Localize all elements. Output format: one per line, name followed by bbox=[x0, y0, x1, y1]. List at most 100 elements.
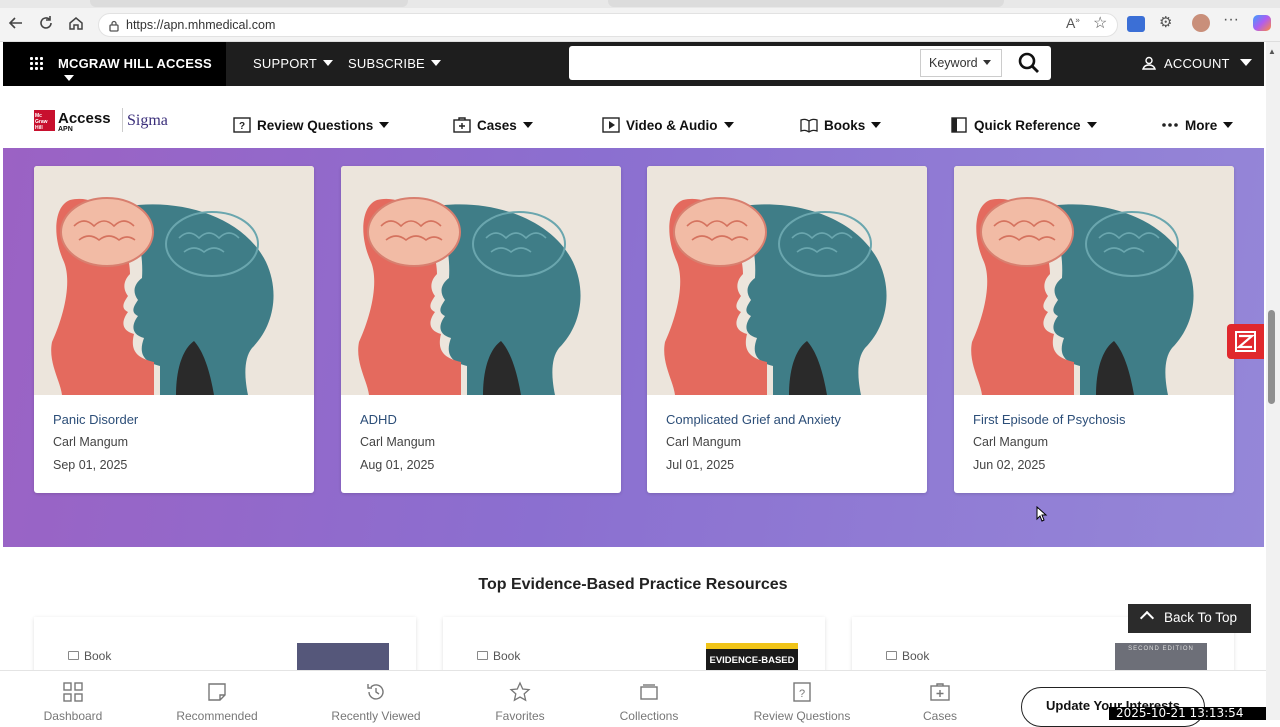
case-thumbnail[interactable] bbox=[34, 166, 314, 395]
case-title[interactable]: ADHD bbox=[360, 412, 397, 427]
scrollbar-thumb[interactable] bbox=[1268, 310, 1275, 404]
two-heads-illustration bbox=[34, 166, 314, 395]
subscribe-menu[interactable]: SUBSCRIBE bbox=[348, 56, 441, 71]
sigma-logo-text: Sigma bbox=[127, 112, 168, 129]
search-input[interactable] bbox=[575, 52, 915, 74]
review-questions-icon: ? bbox=[793, 682, 811, 702]
case-author: Carl Mangum bbox=[666, 435, 742, 449]
tab-strip bbox=[0, 0, 1280, 8]
collections-icon bbox=[640, 684, 658, 700]
bottom-nav-label: Dashboard bbox=[43, 709, 103, 723]
brand-label[interactable]: MCGRAW HILL ACCESS bbox=[58, 56, 226, 86]
profile-avatar[interactable] bbox=[1192, 14, 1210, 32]
case-author: Carl Mangum bbox=[973, 435, 1049, 449]
resource-type-badge: Book bbox=[477, 649, 520, 663]
extension-icon[interactable] bbox=[1127, 16, 1145, 32]
user-icon bbox=[1142, 56, 1156, 70]
bottom-nav-cases[interactable]: Cases bbox=[880, 671, 1000, 723]
chevron-down-icon bbox=[871, 122, 882, 128]
site-info-icon[interactable] bbox=[107, 19, 121, 33]
bottom-nav-label: Recently Viewed bbox=[331, 709, 421, 723]
url-text[interactable]: https://apn.mhmedical.com bbox=[126, 18, 275, 32]
review-questions-icon: ? bbox=[233, 117, 251, 133]
browser-chrome: https://apn.mhmedical.com A» ☆ ⚙ ··· bbox=[0, 0, 1280, 42]
case-date: Sep 01, 2025 bbox=[53, 458, 128, 472]
chevron-down-icon bbox=[723, 122, 734, 128]
section-navigation: Mc Graw Hill Access APN Sigma ? Review Qu… bbox=[3, 86, 1264, 148]
video-icon bbox=[602, 117, 620, 133]
home-icon[interactable] bbox=[66, 14, 86, 34]
bottom-nav-recommended[interactable]: Recommended bbox=[157, 671, 277, 723]
zotero-badge[interactable] bbox=[1227, 324, 1264, 359]
resource-card[interactable]: Book EVIDENCE-BASED bbox=[443, 617, 825, 677]
svg-text:?: ? bbox=[799, 688, 805, 700]
apps-grid-icon[interactable] bbox=[30, 57, 44, 71]
bottom-nav-label: Recommended bbox=[176, 709, 258, 723]
resources-heading: Top Evidence-Based Practice Resources bbox=[478, 576, 788, 593]
two-heads-illustration bbox=[647, 166, 927, 395]
nav-books[interactable]: Books bbox=[800, 117, 882, 133]
case-title[interactable]: Complicated Grief and Anxiety bbox=[666, 412, 841, 427]
nav-review-questions[interactable]: ? Review Questions bbox=[233, 117, 390, 133]
chevron-down-icon bbox=[1086, 122, 1097, 128]
chevron-down-icon bbox=[982, 60, 991, 65]
browser-tab[interactable] bbox=[608, 0, 1004, 7]
bottom-nav-recently-viewed[interactable]: Recently Viewed bbox=[316, 671, 436, 723]
bottom-nav-label: Favorites bbox=[495, 709, 545, 723]
case-title[interactable]: First Episode of Psychosis bbox=[973, 412, 1125, 427]
recording-timestamp: 2025-10-21 13:13:54 bbox=[1109, 707, 1266, 720]
recommended-icon bbox=[208, 683, 226, 701]
case-card[interactable]: Panic Disorder Carl Mangum Sep 01, 2025 bbox=[34, 166, 314, 493]
bottom-nav-review-questions[interactable]: ? Review Questions bbox=[742, 671, 862, 723]
account-menu[interactable]: ACCOUNT bbox=[1142, 56, 1252, 71]
case-title[interactable]: Panic Disorder bbox=[53, 412, 138, 427]
chevron-down-icon bbox=[430, 60, 441, 66]
browser-tab[interactable] bbox=[90, 0, 408, 7]
refresh-icon[interactable] bbox=[36, 14, 56, 34]
two-heads-illustration bbox=[954, 166, 1234, 395]
nav-cases[interactable]: Cases bbox=[453, 117, 533, 133]
books-icon bbox=[800, 118, 818, 133]
bottom-nav-collections[interactable]: Collections bbox=[589, 671, 709, 723]
brand-menu[interactable]: MCGRAW HILL ACCESS bbox=[3, 42, 226, 86]
case-card[interactable]: First Episode of Psychosis Carl Mangum J… bbox=[954, 166, 1234, 493]
bottom-nav-favorites[interactable]: Favorites bbox=[460, 671, 580, 723]
logo-apn-text: APN bbox=[58, 126, 73, 133]
logo-access-text: Access bbox=[58, 110, 111, 127]
menu-dots-icon[interactable]: ··· bbox=[1223, 11, 1239, 29]
nav-more[interactable]: More bbox=[1161, 117, 1234, 133]
resource-card[interactable]: Book bbox=[34, 617, 416, 677]
case-thumbnail[interactable] bbox=[341, 166, 621, 395]
nav-video-audio[interactable]: Video & Audio bbox=[602, 117, 734, 133]
favorite-star-icon[interactable]: ☆ bbox=[1093, 13, 1107, 33]
svg-text:?: ? bbox=[239, 121, 245, 132]
case-author: Carl Mangum bbox=[360, 435, 436, 449]
logo-divider bbox=[122, 108, 123, 132]
dashboard-icon bbox=[63, 682, 83, 702]
support-menu[interactable]: SUPPORT bbox=[253, 56, 334, 71]
search-button[interactable] bbox=[1007, 46, 1051, 80]
case-thumbnail[interactable] bbox=[954, 166, 1234, 395]
book-cover-title: SECOND EDITION bbox=[1128, 646, 1194, 652]
nav-quick-reference[interactable]: Quick Reference bbox=[950, 117, 1097, 133]
search-icon bbox=[1018, 52, 1039, 73]
copilot-icon[interactable] bbox=[1253, 15, 1271, 31]
case-card[interactable]: Complicated Grief and Anxiety Carl Mangu… bbox=[647, 166, 927, 493]
more-dots-icon bbox=[1162, 123, 1178, 127]
search-scope-select[interactable]: Keyword bbox=[920, 49, 1002, 77]
case-thumbnail[interactable] bbox=[647, 166, 927, 395]
read-aloud-icon[interactable]: A» bbox=[1066, 15, 1080, 31]
scroll-up-arrow-icon[interactable]: ▲ bbox=[1268, 47, 1276, 56]
star-icon bbox=[509, 681, 531, 702]
resource-type-badge: Book bbox=[886, 649, 929, 663]
bottom-nav-dashboard[interactable]: Dashboard bbox=[13, 671, 133, 723]
bottom-nav-label: Collections bbox=[619, 709, 679, 723]
extensions-puzzle-icon[interactable]: ⚙ bbox=[1159, 13, 1172, 31]
address-bar[interactable]: https://apn.mhmedical.com bbox=[98, 13, 1118, 37]
chevron-down-icon bbox=[379, 122, 390, 128]
cases-icon bbox=[930, 683, 950, 701]
case-card[interactable]: ADHD Carl Mangum Aug 01, 2025 bbox=[341, 166, 621, 493]
back-arrow-icon[interactable] bbox=[6, 14, 26, 34]
chevron-up-icon bbox=[1139, 610, 1155, 626]
back-to-top-button[interactable]: Back To Top bbox=[1128, 604, 1251, 633]
